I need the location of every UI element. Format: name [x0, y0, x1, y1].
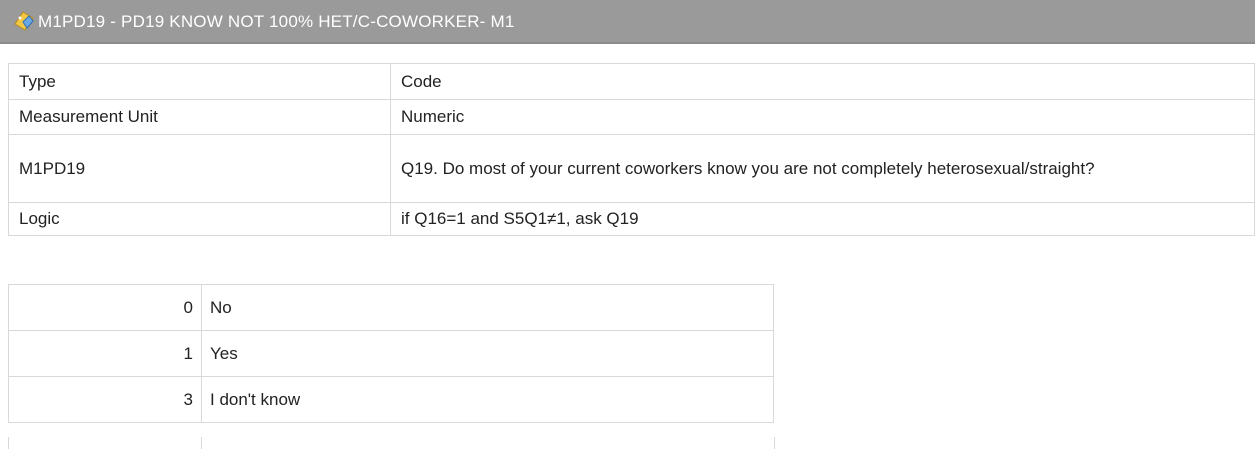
- info-label: Measurement Unit: [8, 99, 391, 135]
- code-label: No: [201, 284, 774, 331]
- code-value: 0: [8, 284, 202, 331]
- variable-icon: [12, 9, 36, 33]
- value-codes-table: 0 No 1 Yes 3 I don't know: [8, 284, 774, 423]
- variable-info-table: Type Code Measurement Unit Numeric M1PD1…: [8, 63, 1255, 236]
- info-value: Q19. Do most of your current coworkers k…: [390, 134, 1255, 203]
- code-value: 1: [8, 330, 202, 377]
- code-row: 3 I don't know: [8, 376, 774, 423]
- table-continuation: [8, 437, 775, 449]
- info-value: Numeric: [390, 99, 1255, 135]
- info-label: Logic: [8, 202, 391, 236]
- divider: [201, 437, 202, 449]
- code-label: Yes: [201, 330, 774, 377]
- info-row-measurement-unit: Measurement Unit Numeric: [8, 99, 1255, 135]
- code-value: 3: [8, 376, 202, 423]
- info-label: M1PD19: [8, 134, 391, 203]
- code-label: I don't know: [201, 376, 774, 423]
- info-row-type: Type Code: [8, 63, 1255, 100]
- info-value: if Q16=1 and S5Q1≠1, ask Q19: [390, 202, 1255, 236]
- info-label: Type: [8, 63, 391, 100]
- info-row-question: M1PD19 Q19. Do most of your current cowo…: [8, 134, 1255, 203]
- info-value: Code: [390, 63, 1255, 100]
- divider: [774, 437, 775, 449]
- code-row: 0 No: [8, 284, 774, 331]
- info-row-logic: Logic if Q16=1 and S5Q1≠1, ask Q19: [8, 202, 1255, 236]
- page-title: M1PD19 - PD19 KNOW NOT 100% HET/C-COWORK…: [38, 12, 515, 31]
- code-row: 1 Yes: [8, 330, 774, 377]
- variable-header: M1PD19 - PD19 KNOW NOT 100% HET/C-COWORK…: [0, 0, 1255, 44]
